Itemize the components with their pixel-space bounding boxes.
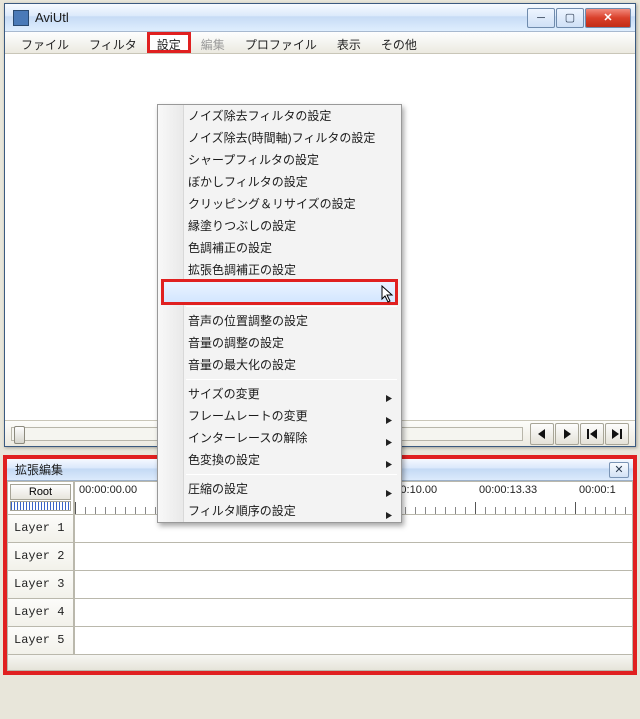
minimize-button[interactable]: ─ (527, 8, 555, 28)
maximize-button[interactable]: ▢ (556, 8, 584, 28)
menu-edit[interactable]: 編集 (191, 32, 235, 53)
timeline-hscroll[interactable] (7, 655, 633, 671)
settings-menu-item[interactable]: クリッピング＆リサイズの設定 (158, 193, 401, 215)
root-button[interactable]: Root (10, 484, 71, 500)
settings-menu-item[interactable]: 音声の位置調整の設定 (158, 310, 401, 332)
settings-menu-item[interactable]: フィルタ順序の設定 (158, 500, 401, 522)
window-buttons: ─ ▢ ✕ (526, 8, 631, 28)
menu-other[interactable]: その他 (371, 32, 427, 53)
settings-menu-item[interactable]: 圧縮の設定 (158, 478, 401, 500)
next-frame-button[interactable] (555, 423, 579, 445)
menubar: ファイル フィルタ 設定 編集 プロファイル 表示 その他 (5, 32, 635, 54)
settings-menu-item[interactable]: 拡張色調補正の設定 (158, 259, 401, 281)
menu-separator (186, 379, 397, 380)
settings-menu-item[interactable]: ぼかしフィルタの設定 (158, 171, 401, 193)
settings-menu-item[interactable]: インターレースの解除 (158, 427, 401, 449)
settings-menu-item[interactable]: 色変換の設定 (158, 449, 401, 471)
main-window-title: AviUtl (35, 10, 526, 25)
prev-frame-button[interactable] (530, 423, 554, 445)
layer-label[interactable]: Layer 2 (7, 543, 75, 571)
timeline-layer-row: Layer 3 (7, 571, 633, 599)
menu-settings[interactable]: 設定 (147, 32, 191, 53)
seek-slider-thumb[interactable] (14, 426, 25, 444)
settings-menu-item[interactable]: シャープフィルタの設定 (158, 149, 401, 171)
timeline-title: 拡張編集 (15, 461, 63, 478)
layer-track[interactable] (75, 543, 633, 571)
ruler-time-label: 00:00:00.00 (79, 484, 137, 496)
layer-label[interactable]: Layer 3 (7, 571, 75, 599)
menu-profile[interactable]: プロファイル (235, 32, 327, 53)
settings-menu-item[interactable]: 音量の最大化の設定 (158, 354, 401, 376)
layer-track[interactable] (75, 571, 633, 599)
layer-label[interactable]: Layer 5 (7, 627, 75, 655)
menu-separator (186, 306, 397, 307)
check-icon: ✓ (166, 284, 176, 306)
menu-view[interactable]: 表示 (327, 32, 371, 53)
app-icon (13, 10, 29, 26)
go-start-button[interactable] (580, 423, 604, 445)
timeline-layer-row: Layer 2 (7, 543, 633, 571)
settings-menu-item[interactable]: ノイズ除去フィルタの設定 (158, 105, 401, 127)
main-titlebar[interactable]: AviUtl ─ ▢ ✕ (5, 4, 635, 32)
settings-menu-item[interactable]: フレームレートの変更 (158, 405, 401, 427)
settings-dropdown: ノイズ除去フィルタの設定ノイズ除去(時間軸)フィルタの設定シャープフィルタの設定… (157, 104, 402, 523)
timeline-layer-row: Layer 4 (7, 599, 633, 627)
settings-menu-item[interactable]: 音量の調整の設定 (158, 332, 401, 354)
submenu-arrow-icon (384, 454, 393, 476)
layer-track[interactable] (75, 627, 633, 655)
layer-label[interactable]: Layer 4 (7, 599, 75, 627)
timeline-root-cell: Root (7, 481, 75, 515)
mouse-cursor-icon (381, 285, 395, 303)
settings-menu-item[interactable]: ノイズ除去(時間軸)フィルタの設定 (158, 127, 401, 149)
root-minimap[interactable] (10, 501, 71, 511)
close-button[interactable]: ✕ (585, 8, 631, 28)
layer-label[interactable]: Layer 1 (7, 515, 75, 543)
settings-menu-item[interactable]: サイズの変更 (158, 383, 401, 405)
settings-menu-item[interactable]: 拡張編集の設定✓ (158, 281, 401, 303)
settings-menu-item[interactable]: 色調補正の設定 (158, 237, 401, 259)
timeline-layer-row: Layer 5 (7, 627, 633, 655)
aviutl-main-window: AviUtl ─ ▢ ✕ ファイル フィルタ 設定 編集 プロファイル 表示 そ… (4, 3, 636, 447)
ruler-time-label: 00:00:13.33 (479, 484, 537, 496)
timeline-close-button[interactable]: ✕ (609, 462, 629, 478)
menu-file[interactable]: ファイル (11, 32, 79, 53)
work-area: ノイズ除去フィルタの設定ノイズ除去(時間軸)フィルタの設定シャープフィルタの設定… (5, 54, 635, 446)
submenu-arrow-icon (384, 505, 393, 527)
menu-separator (186, 474, 397, 475)
go-end-button[interactable] (605, 423, 629, 445)
layer-track[interactable] (75, 599, 633, 627)
settings-menu-item[interactable]: 縁塗りつぶしの設定 (158, 215, 401, 237)
ruler-time-label: 00:00:1 (579, 484, 616, 496)
menu-filter[interactable]: フィルタ (79, 32, 147, 53)
